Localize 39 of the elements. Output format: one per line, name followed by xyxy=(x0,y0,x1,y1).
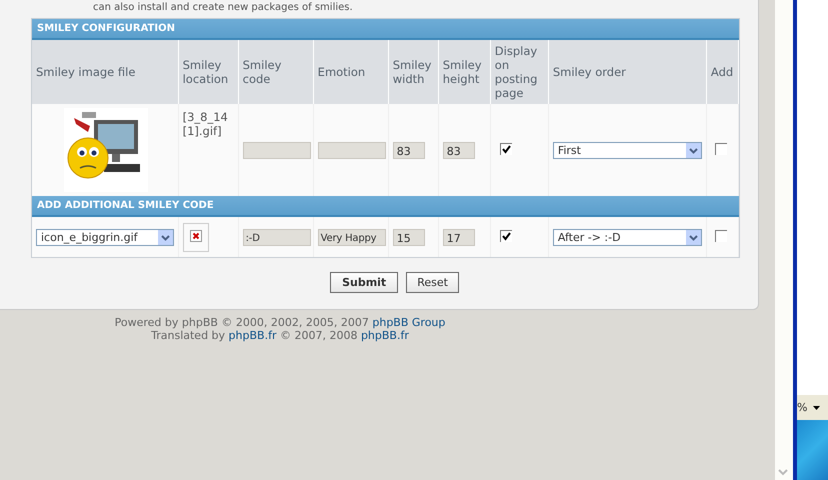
broken-image-icon xyxy=(190,230,202,242)
height-field[interactable]: 17 xyxy=(442,228,475,246)
reset-button[interactable]: Reset xyxy=(406,272,459,293)
zoom-label: % xyxy=(797,401,808,414)
footer-link[interactable]: phpBB.fr xyxy=(228,329,276,342)
image-file-dropdown[interactable]: icon_e_biggrin.gif xyxy=(36,228,174,246)
column-header: Display on posting page xyxy=(490,40,548,104)
section-header: ADD ADDITIONAL SMILEY CODE xyxy=(32,196,739,217)
section-header: SMILEY CONFIGURATION xyxy=(32,19,739,40)
order-dropdown[interactable]: First xyxy=(552,142,702,158)
column-header: Smiley width xyxy=(388,40,438,104)
height-field[interactable]: 83 xyxy=(442,142,475,158)
width-field[interactable]: 15 xyxy=(392,228,425,246)
checkbox[interactable] xyxy=(500,230,512,242)
footer-link[interactable]: phpBB Group xyxy=(372,316,446,329)
column-header: Add xyxy=(706,40,738,104)
checkbox[interactable] xyxy=(714,142,727,154)
checkbox[interactable] xyxy=(714,230,727,242)
scrollbar[interactable] xyxy=(775,0,793,480)
column-header: Smiley code xyxy=(238,40,314,104)
footer-link[interactable]: phpBB.fr xyxy=(360,329,409,342)
checkbox[interactable] xyxy=(500,142,512,154)
code-field[interactable]: :-D xyxy=(242,228,311,246)
code-field[interactable] xyxy=(242,142,311,158)
intro-text: can also install and create new packages of smilies. xyxy=(92,1,354,15)
column-header: Emotion xyxy=(313,40,388,104)
column-header: Smiley height xyxy=(438,40,490,104)
footer-text: Translated by phpBB.fr © 2007, 2008 phpBB.fr xyxy=(150,329,410,342)
water-photo-placeholder xyxy=(797,420,828,480)
order-dropdown[interactable]: After -> :-D xyxy=(552,228,702,246)
emotion-field[interactable] xyxy=(318,142,386,158)
footer-text: Powered by phpBB © 2000, 2002, 2005, 2007 phpBB Group xyxy=(114,316,446,329)
dropdown-arrow-icon[interactable] xyxy=(813,406,820,410)
column-header: Smiley image file xyxy=(32,40,178,104)
column-header: Smiley order xyxy=(548,40,706,104)
column-header: Smiley location xyxy=(178,40,238,104)
emotion-field[interactable]: Very Happy xyxy=(318,228,386,246)
submit-button[interactable]: Submit xyxy=(330,272,398,293)
width-field[interactable]: 83 xyxy=(392,142,425,158)
